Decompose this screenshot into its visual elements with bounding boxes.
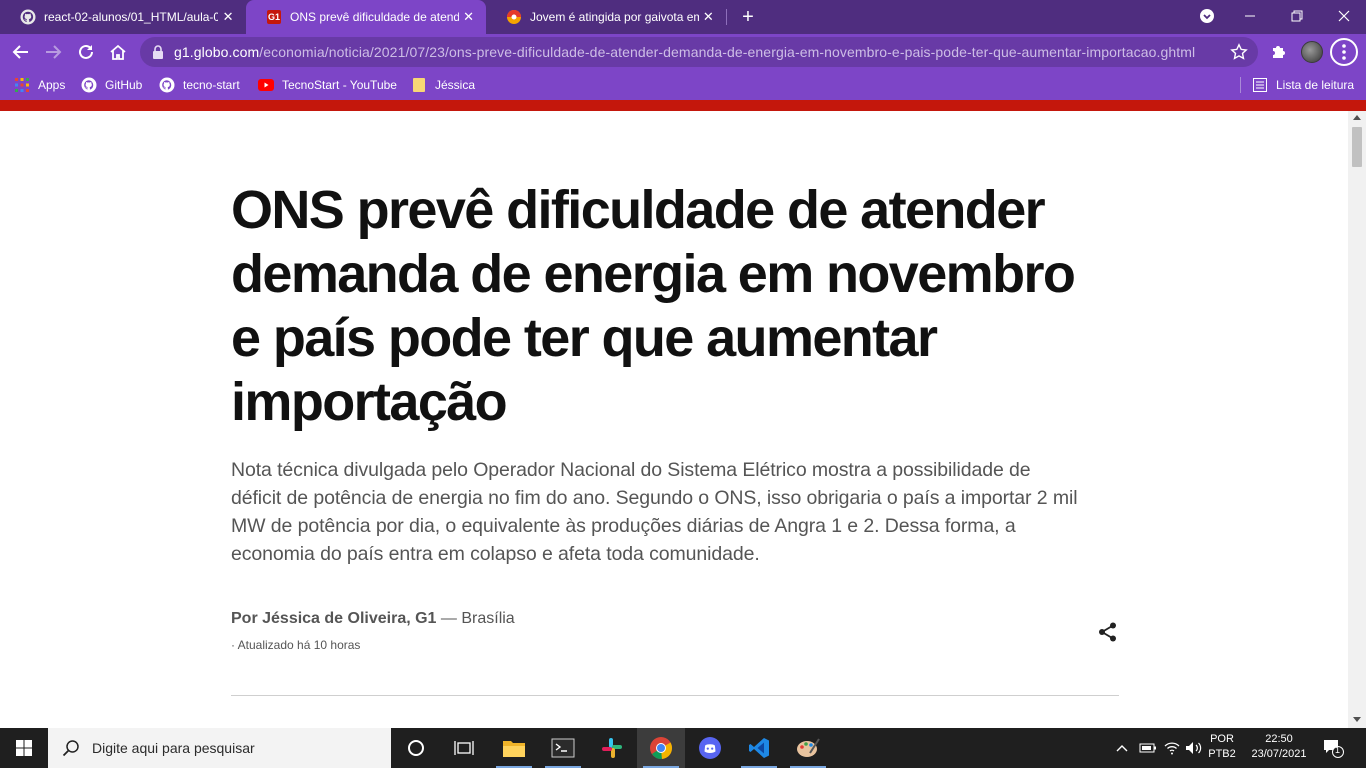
restore-icon[interactable] xyxy=(1282,4,1312,28)
g1-brand-bar xyxy=(0,100,1366,111)
content-divider xyxy=(231,695,1119,696)
bookmark-label: Jéssica xyxy=(435,78,476,92)
github-icon xyxy=(81,77,97,93)
article-subtitle: Nota técnica divulgada pelo Operador Nac… xyxy=(231,459,1078,565)
screen: react-02-alunos/01_HTML/aula-0 ✕ G1 ONS … xyxy=(0,0,1366,768)
search-icon xyxy=(62,739,80,757)
windows-start-icon[interactable] xyxy=(0,728,48,768)
new-tab-button[interactable]: + xyxy=(736,6,760,28)
chrome-icon[interactable] xyxy=(637,728,685,768)
tab-separator xyxy=(726,9,727,25)
wifi-icon[interactable] xyxy=(1162,728,1182,768)
close-icon[interactable]: ✕ xyxy=(699,7,718,27)
article-headline: ONS prevê dificuldade de atender demanda… xyxy=(231,180,1076,432)
address-bar[interactable]: g1.globo.com/economia/noticia/2021/07/23… xyxy=(140,37,1258,67)
tab-jovem-gaivota[interactable]: Jovem é atingida por gaivota em ✕ xyxy=(486,0,726,34)
bookmarks-bar: Apps GitHub tecno-start TecnoStart - You… xyxy=(0,70,1366,100)
tab-title: ONS prevê dificuldade de atender xyxy=(290,10,460,24)
tab-title: Jovem é atingida por gaivota em xyxy=(530,10,699,24)
youtube-icon xyxy=(258,77,274,93)
bookmark-github[interactable]: GitHub xyxy=(81,75,142,95)
scroll-down-arrow-icon[interactable] xyxy=(1353,717,1361,722)
reading-list-label: Lista de leitura xyxy=(1276,78,1355,92)
paint-icon[interactable] xyxy=(784,728,832,768)
lock-icon[interactable] xyxy=(152,45,166,59)
bookmark-label: tecno-start xyxy=(183,78,240,92)
tab-strip: react-02-alunos/01_HTML/aula-0 ✕ G1 ONS … xyxy=(0,0,1366,34)
close-icon[interactable]: ✕ xyxy=(459,7,478,27)
language-code: POR xyxy=(1210,733,1234,745)
bookmark-apps[interactable]: Apps xyxy=(14,75,65,95)
github-icon xyxy=(159,77,175,93)
tab-ons-article[interactable]: G1 ONS prevê dificuldade de atender ✕ xyxy=(246,0,486,34)
reading-list-icon xyxy=(1252,77,1268,93)
github-icon xyxy=(20,9,36,25)
keyboard-layout: PTB2 xyxy=(1208,748,1236,760)
folder-icon xyxy=(411,77,427,93)
clock-date: 23/07/2021 xyxy=(1251,748,1307,760)
article-page: ONS prevê dificuldade de atender demanda… xyxy=(0,111,1348,728)
minimize-icon[interactable] xyxy=(1235,4,1265,28)
discord-icon[interactable] xyxy=(686,728,734,768)
tab-search-icon[interactable] xyxy=(1192,4,1222,28)
task-view-icon[interactable] xyxy=(440,728,488,768)
browser-toolbar: g1.globo.com/economia/noticia/2021/07/23… xyxy=(0,34,1366,70)
cortana-icon[interactable] xyxy=(392,728,440,768)
reload-icon[interactable] xyxy=(73,39,99,65)
close-window-icon[interactable] xyxy=(1329,4,1359,28)
input-language[interactable]: POR PTB2 xyxy=(1206,732,1238,762)
bookmark-tecno-start[interactable]: tecno-start xyxy=(159,75,240,95)
tray-chevron-up-icon[interactable] xyxy=(1113,728,1131,768)
tab-react-alunos[interactable]: react-02-alunos/01_HTML/aula-0 ✕ xyxy=(0,0,246,34)
bookmark-folder-jessica[interactable]: Jéssica xyxy=(411,75,475,95)
bookmark-tecnostart-youtube[interactable]: TecnoStart - YouTube xyxy=(258,75,397,95)
slack-icon[interactable] xyxy=(588,728,636,768)
notification-center-icon[interactable]: 1 xyxy=(1322,738,1344,758)
windows-taskbar: Digite aqui para pesquisar POR PTB2 22:5… xyxy=(0,728,1366,768)
bookmark-label: Apps xyxy=(38,78,66,92)
battery-icon[interactable] xyxy=(1138,728,1158,768)
clock-time: 22:50 xyxy=(1265,733,1293,745)
bookmarks-separator xyxy=(1240,77,1241,93)
scrollbar-thumb[interactable] xyxy=(1352,127,1362,167)
terminal-icon[interactable] xyxy=(539,728,587,768)
ball-icon xyxy=(506,9,522,25)
system-clock[interactable]: 22:50 23/07/2021 xyxy=(1242,732,1316,762)
reading-list-button[interactable]: Lista de leitura xyxy=(1252,75,1354,95)
forward-arrow-icon[interactable] xyxy=(40,39,66,65)
volume-icon[interactable] xyxy=(1184,728,1204,768)
byline-author[interactable]: Por Jéssica de Oliveira, G1 xyxy=(231,610,436,627)
profile-avatar[interactable] xyxy=(1301,41,1323,63)
url-text[interactable]: g1.globo.com/economia/noticia/2021/07/23… xyxy=(174,44,1195,60)
tab-title: react-02-alunos/01_HTML/aula-0 xyxy=(44,10,219,24)
file-explorer-icon[interactable] xyxy=(490,728,538,768)
bookmark-label: GitHub xyxy=(105,78,143,92)
back-arrow-icon[interactable] xyxy=(8,39,34,65)
vscode-icon[interactable] xyxy=(735,728,783,768)
bookmark-star-icon[interactable] xyxy=(1230,43,1248,61)
article-byline: Por Jéssica de Oliveira, G1 — Brasília xyxy=(231,610,515,628)
extensions-puzzle-icon[interactable] xyxy=(1270,42,1288,65)
apps-grid-icon xyxy=(14,77,30,93)
article-updated-time: · Atualizado há 10 horas xyxy=(231,638,361,652)
page-scrollbar[interactable] xyxy=(1348,111,1366,728)
scroll-up-arrow-icon[interactable] xyxy=(1353,115,1361,120)
g1-icon: G1 xyxy=(266,10,281,24)
home-icon[interactable] xyxy=(105,39,131,65)
search-placeholder: Digite aqui para pesquisar xyxy=(92,740,255,756)
chrome-menu-icon[interactable] xyxy=(1330,38,1358,66)
byline-location: — Brasília xyxy=(436,610,515,627)
notification-count: 1 xyxy=(1335,745,1341,755)
share-icon[interactable] xyxy=(1097,621,1119,643)
close-icon[interactable]: ✕ xyxy=(218,7,238,27)
taskbar-search-box[interactable]: Digite aqui para pesquisar xyxy=(48,728,391,768)
bookmark-label: TecnoStart - YouTube xyxy=(282,78,397,92)
